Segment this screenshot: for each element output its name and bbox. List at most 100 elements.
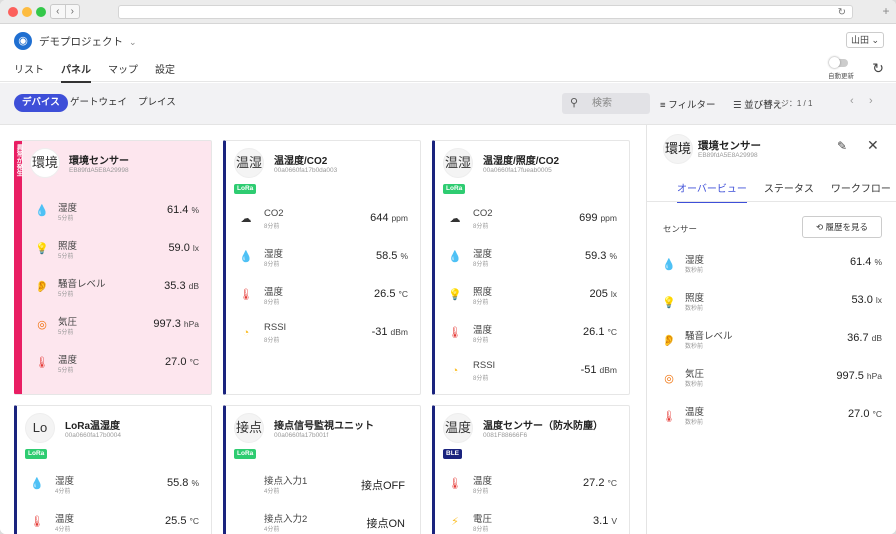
sensor-row[interactable]: 🌡 温度 8分前 26.1 °C [435, 315, 629, 353]
device-card[interactable]: 温湿 温湿度/CO2 00a0660fa17b0da003 LoRa ☁ CO2 8分前 64… [223, 140, 421, 395]
sensor-row[interactable]: 🌡 温度 8分前 26.5 °C [226, 277, 420, 315]
sensor-value: 53.0 [851, 294, 873, 306]
sensor-value-wrap: 61.4% [850, 256, 882, 268]
tab-workflow[interactable]: ワークフロー [831, 180, 891, 203]
sensor-unit: % [609, 251, 617, 261]
noise-icon: 👂 [35, 281, 49, 293]
tab-settings[interactable]: 設定 [155, 61, 175, 83]
sensor-row[interactable]: 💧 湿度 8分前 59.3% [435, 239, 629, 277]
noise-icon: 👂 [662, 335, 676, 347]
device-title: 温度センサー（防水防塵） [483, 421, 603, 432]
pill-gateways[interactable]: ゲートウェイ [62, 94, 135, 112]
sensor-row[interactable]: 🌡 温度 4分前 25.5 °C [17, 504, 211, 534]
sensor-unit: °C [189, 516, 199, 526]
device-id: EB89fdA5E8A29998 [69, 167, 129, 174]
maximize-window-icon[interactable] [36, 7, 46, 17]
panel-tabs: オーバービュー ステータス ワークフロー [677, 180, 891, 203]
sensor-value-wrap: 27.0 °C [848, 408, 882, 420]
sensor-value-wrap: 59.3% [585, 250, 617, 262]
sensor-row[interactable]: 💧 湿度 5分前 61.4% [14, 193, 211, 231]
sensor-row[interactable]: 💡 照度 5分前 59.0 lx [14, 231, 211, 269]
sensor-row[interactable]: 💧 湿度 8分前 58.5% [226, 239, 420, 277]
sensor-value: 61.4 [167, 204, 189, 216]
tab-status[interactable]: ステータス [764, 180, 814, 203]
new-tab-icon[interactable]: + [880, 5, 892, 18]
sensor-row[interactable]: 💡 照度 8分前 205 lx [435, 277, 629, 315]
sensor-name: 温度 [685, 407, 705, 418]
device-id: 00a0660fa17b001f [274, 432, 329, 439]
search-input[interactable]: ⚲ 検索 [562, 93, 650, 114]
close-icon[interactable]: ✕ [867, 137, 879, 154]
sensor-value-wrap: -51 dBm [581, 364, 617, 376]
sensor-row[interactable]: 💧 湿度 4分前 55.8% [17, 466, 211, 504]
forward-icon[interactable]: › [64, 5, 80, 18]
protocol-badge: BLE [443, 449, 462, 459]
user-menu[interactable]: 山田 ⌄ [846, 32, 884, 48]
minimize-window-icon[interactable] [22, 7, 32, 17]
sensor-value-wrap: 26.5 °C [374, 288, 408, 300]
reload-icon[interactable]: ↻ [838, 6, 846, 19]
sensor-row[interactable]: 👂 騒音レベル 5分前 35.3 dB [14, 269, 211, 307]
pill-places[interactable]: プレイス [130, 94, 184, 112]
project-selector[interactable]: デモプロジェクト ⌄ [39, 34, 137, 49]
history-label: 履歴を見る [825, 222, 868, 232]
sensor-row[interactable]: 接点入力2 4分前 接点ON [226, 504, 420, 534]
device-card[interactable]: Lo LoRa温湿度 00a0660fa17b0004 LoRa 💧 湿度 4分前 55.8%… [14, 405, 212, 534]
device-id: 00a0660fa17b0004 [65, 432, 122, 439]
next-page-icon[interactable]: › [869, 95, 873, 107]
prev-page-icon[interactable]: ‹ [850, 95, 854, 107]
device-id: 00a0660fa17fueab0005 [483, 167, 552, 174]
sensor-row[interactable]: 🌡 温度 5分前 27.0 °C [14, 345, 211, 383]
tab-panel[interactable]: パネル [61, 61, 91, 83]
auto-update-toggle[interactable] [829, 57, 848, 68]
sensor-time: 4分前 [55, 489, 71, 495]
sensor-row[interactable]: 🌡 温度 8分前 27.2 °C [435, 466, 629, 504]
sensor-row[interactable]: 💧 湿度 数秒前 61.4% [647, 247, 896, 285]
sensor-time: 5分前 [58, 292, 74, 298]
sensor-row[interactable]: ☁ CO2 8分前 699 ppm [435, 201, 629, 239]
sensor-name: 気圧 [685, 369, 705, 380]
history-button[interactable]: ⟲ 履歴を見る [802, 216, 882, 238]
sensor-unit: V [611, 516, 617, 526]
sensor-row[interactable]: ◎ 気圧 数秒前 997.5 hPa [647, 361, 896, 399]
sensor-value-wrap: 3.1 V [593, 515, 617, 527]
back-icon[interactable]: ‹ [51, 5, 65, 18]
sensor-row[interactable]: 👂 騒音レベル 数秒前 36.7 dB [647, 323, 896, 361]
device-card[interactable]: 異常が発生 環境 環境センサー EB89fdA5E8A29998 💧 湿度 5分前 61.4%… [14, 140, 212, 395]
sensor-row[interactable]: 💡 照度 数秒前 53.0 lx [647, 285, 896, 323]
edit-icon[interactable]: ✎ [837, 139, 847, 153]
tab-map[interactable]: マップ [108, 61, 138, 83]
sensor-name: 温度 [58, 355, 78, 366]
device-card[interactable]: 温度 温度センサー（防水防塵） 0081F88666F6 BLE 🌡 温度 8分前 27.2 °… [432, 405, 630, 534]
sensor-value: 接点OFF [361, 480, 405, 492]
filter-button[interactable]: ≡ フィルター [660, 97, 716, 111]
app-window: ‹ › ↻ + ◉ デモプロジェクト ⌄ リスト パネル マップ 設定 山田 ⌄ … [0, 0, 896, 534]
illuminance-icon: 💡 [35, 243, 49, 255]
sensor-value: 55.8 [167, 477, 189, 489]
sensor-row[interactable]: ☁ CO2 8分前 644 ppm [226, 201, 420, 239]
tab-list[interactable]: リスト [14, 61, 44, 83]
sensor-row[interactable]: ◔ RSSI 8分前 -31 dBm [226, 315, 420, 353]
sensor-name: 照度 [473, 287, 493, 298]
sensor-value: 26.5 [374, 288, 396, 300]
refresh-icon[interactable]: ↻ [872, 60, 884, 77]
device-card[interactable]: 接点 接点信号監視ユニット 00a0660fa17b001f LoRa 接点入力1 4分前… [223, 405, 421, 534]
address-bar[interactable]: ↻ [118, 5, 853, 19]
sensor-time: 8分前 [264, 300, 280, 306]
sensor-value-wrap: 27.2 °C [583, 477, 617, 489]
sensor-unit: % [400, 251, 408, 261]
device-card[interactable]: 温湿 温湿度/照度/CO2 00a0660fa17fueab0005 LoRa ☁ CO2… [432, 140, 630, 395]
browser-chrome: ‹ › ↻ + [0, 0, 896, 24]
close-window-icon[interactable] [8, 7, 18, 17]
sensor-value: 27.2 [583, 477, 605, 489]
sensor-value-wrap: 699 ppm [579, 212, 617, 224]
sensor-row[interactable]: ◔ RSSI 8分前 -51 dBm [435, 353, 629, 391]
sensor-value-wrap: 205 lx [590, 288, 618, 300]
sensor-row[interactable]: 🌡 温度 数秒前 27.0 °C [647, 399, 896, 437]
tab-overview[interactable]: オーバービュー [677, 180, 747, 203]
protocol-badge: LoRa [234, 184, 257, 194]
sensor-row[interactable]: ◎ 気圧 5分前 997.3 hPa [14, 307, 211, 345]
pill-devices[interactable]: デバイス [14, 94, 68, 112]
sensor-row[interactable]: ⚡ 電圧 8分前 3.1 V [435, 504, 629, 534]
sensor-row[interactable]: 接点入力1 4分前 接点OFF [226, 466, 420, 504]
